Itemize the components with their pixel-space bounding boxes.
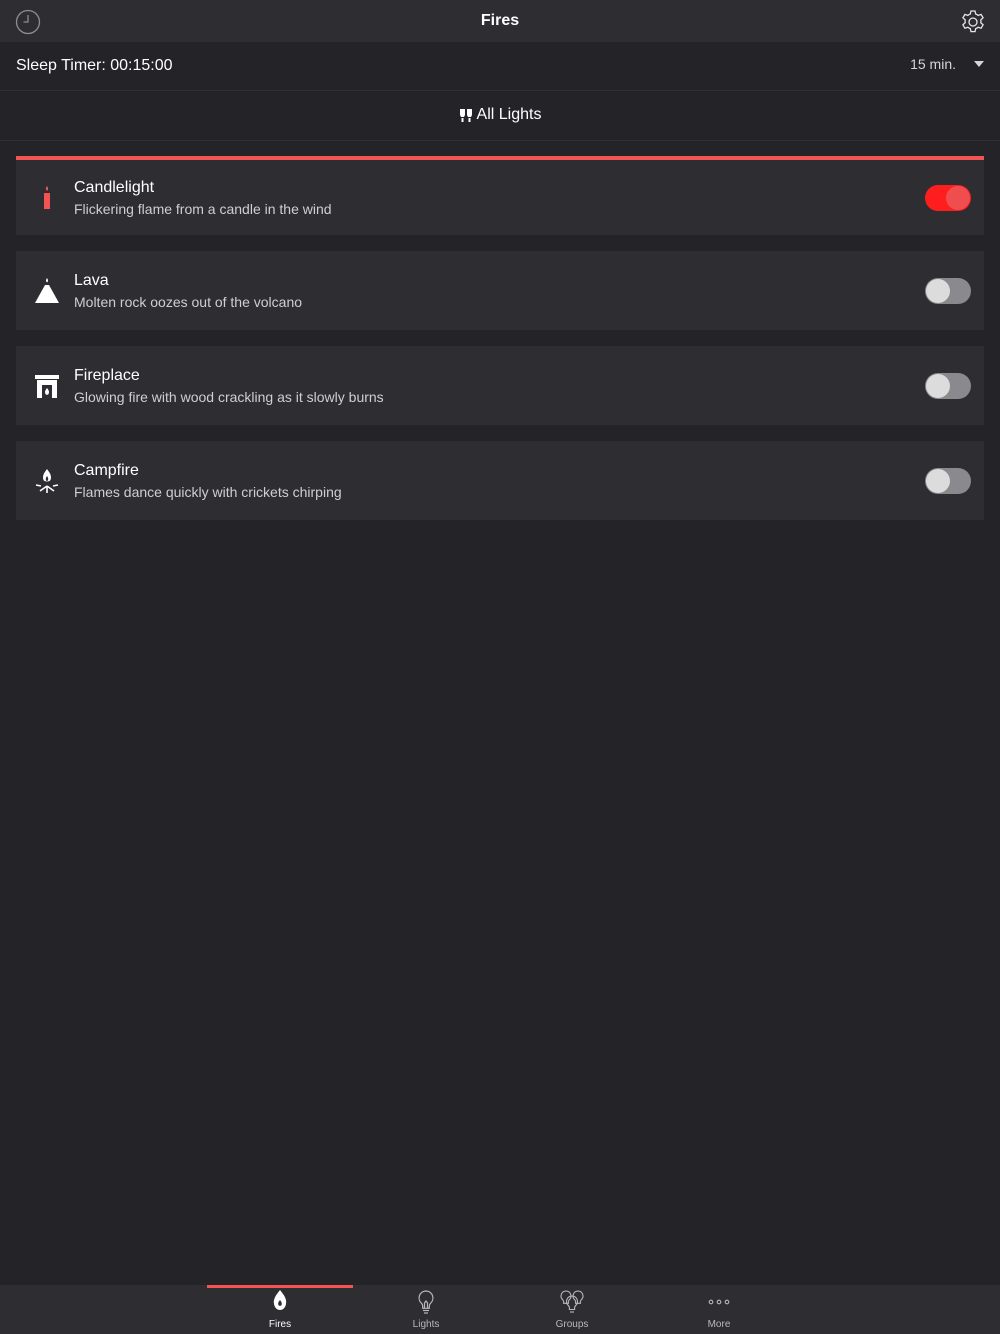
app: Fires Sleep Timer: 00:15:00 15 min. All …: [0, 0, 1000, 1334]
item-text: Campfire Flames dance quickly with crick…: [74, 462, 342, 500]
lights-icon: [459, 109, 472, 122]
more-icon: [708, 1299, 730, 1305]
page-title: Fires: [480, 12, 520, 29]
fires-list: Candlelight Flickering flame from a cand…: [16, 156, 984, 536]
campfire-icon: [35, 468, 59, 493]
item-title: Campfire: [74, 461, 139, 479]
toggle-knob: [926, 468, 950, 493]
item-title: Lava: [74, 271, 109, 289]
item-title: Fireplace: [74, 366, 140, 384]
toggle-candlelight[interactable]: [925, 184, 971, 211]
all-lights-button[interactable]: All Lights: [0, 90, 1000, 141]
toggle-fireplace[interactable]: [925, 372, 971, 399]
list-item-lava[interactable]: Lava Molten rock oozes out of the volcan…: [16, 251, 984, 330]
toggle-campfire[interactable]: [925, 467, 971, 494]
tab-label: Lights: [412, 1319, 440, 1330]
toggle-knob: [926, 278, 950, 303]
all-lights-label: All Lights: [476, 106, 542, 123]
flame-icon: [273, 1290, 287, 1310]
item-text: Candlelight Flickering flame from a cand…: [74, 179, 332, 217]
item-text: Lava Molten rock oozes out of the volcan…: [74, 272, 302, 310]
sleep-timer-dropdown[interactable]: 15 min.: [910, 56, 984, 72]
tab-label: Groups: [555, 1319, 589, 1330]
item-subtitle: Flames dance quickly with crickets chirp…: [74, 483, 342, 500]
list-item-candlelight[interactable]: Candlelight Flickering flame from a cand…: [16, 156, 984, 235]
tab-label: More: [707, 1319, 731, 1330]
tab-more[interactable]: More: [646, 1285, 792, 1334]
item-title: Candlelight: [74, 178, 155, 196]
tab-groups[interactable]: Groups: [499, 1285, 645, 1334]
tab-fires[interactable]: Fires: [207, 1285, 353, 1334]
list-item-fireplace[interactable]: Fireplace Glowing fire with wood crackli…: [16, 346, 984, 425]
toggle-knob: [926, 373, 950, 398]
toggle-knob: [946, 185, 970, 210]
tab-label: Fires: [268, 1319, 292, 1330]
toggle-lava[interactable]: [925, 277, 971, 304]
navigation-bar: Fires: [0, 0, 1000, 42]
list-item-campfire[interactable]: Campfire Flames dance quickly with crick…: [16, 441, 984, 520]
chevron-down-icon: [974, 61, 984, 67]
sleep-timer-label: Sleep Timer: 00:15:00: [16, 57, 173, 74]
fireplace-icon: [35, 374, 59, 398]
bulbs-group-icon: [560, 1290, 584, 1313]
item-text: Fireplace Glowing fire with wood crackli…: [74, 367, 384, 405]
tab-lights[interactable]: Lights: [353, 1285, 499, 1334]
candle-icon: [44, 185, 50, 209]
sleep-timer-row: Sleep Timer: 00:15:00 15 min.: [0, 42, 1000, 91]
item-subtitle: Flickering flame from a candle in the wi…: [74, 200, 332, 217]
volcano-icon: [35, 277, 59, 303]
gear-icon[interactable]: [960, 9, 986, 35]
item-subtitle: Molten rock oozes out of the volcano: [74, 293, 303, 310]
sleep-timer-value: 15 min.: [910, 56, 956, 72]
bulb-icon: [418, 1290, 434, 1314]
clock-icon[interactable]: [15, 9, 41, 35]
tab-bar: Fires Lights Groups More: [0, 1285, 1000, 1334]
item-subtitle: Glowing fire with wood crackling as it s…: [74, 388, 384, 405]
